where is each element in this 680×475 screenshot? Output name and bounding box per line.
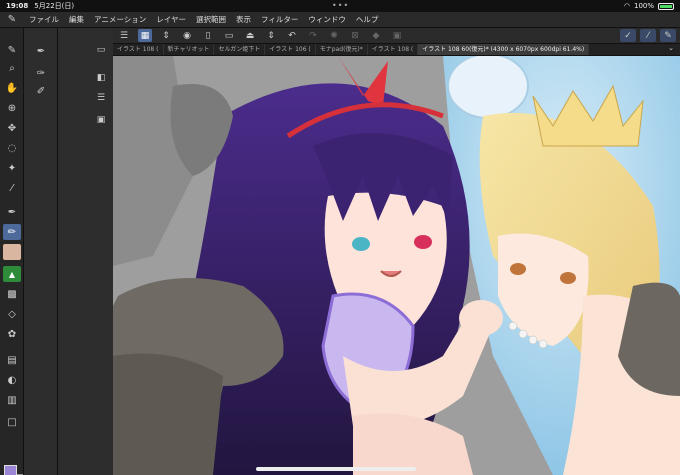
sub-tool-palette: ✒ ✑ ✐ bbox=[24, 28, 58, 475]
clear-icon[interactable]: ⊠ bbox=[348, 29, 362, 42]
sub-tool-side: ▭ ◧ ☰ ▣ bbox=[58, 28, 113, 475]
zoom-icon[interactable]: ⌕ bbox=[3, 60, 21, 76]
battery-icon bbox=[658, 2, 674, 10]
drawing-canvas[interactable] bbox=[113, 56, 680, 475]
tool-palette: ✎ ⌕ ✋ ⊕ ✥ ◌ ✦ ⁄ ✒ ✏ ▲ ▩ ◇ ✿ ▤ ◐ ▥ □ bbox=[0, 28, 24, 475]
menu-help[interactable]: ヘルプ bbox=[351, 14, 384, 25]
save-icon[interactable]: ⏏ bbox=[243, 29, 257, 42]
home-indicator[interactable] bbox=[256, 467, 416, 471]
transform-icon[interactable]: ⇕ bbox=[159, 29, 173, 42]
eyedropper-icon[interactable]: ⊕ bbox=[3, 100, 21, 116]
select-icon[interactable]: ▦ bbox=[138, 29, 152, 42]
hand-icon[interactable]: ✋ bbox=[3, 80, 21, 96]
frame-icon[interactable]: □ bbox=[3, 414, 21, 430]
fill-bucket-icon[interactable]: ◐ bbox=[3, 372, 21, 388]
menu-view[interactable]: 表示 bbox=[231, 14, 256, 25]
menu-selection[interactable]: 選択範囲 bbox=[191, 14, 231, 25]
multitasking-dots-icon[interactable]: ••• bbox=[332, 1, 349, 10]
fill-icon[interactable]: ◆ bbox=[369, 29, 383, 42]
lasso-icon[interactable]: ◌ bbox=[3, 140, 21, 156]
figure-icon[interactable]: ▤ bbox=[3, 352, 21, 368]
tab-doc-3[interactable]: セルガン姫下ト bbox=[214, 44, 266, 55]
pen-icon[interactable]: ✒ bbox=[3, 204, 21, 220]
menu-animation[interactable]: アニメーション bbox=[89, 14, 151, 25]
view-icon[interactable]: ◉ bbox=[180, 29, 194, 42]
arrows-icon[interactable]: ⇕ bbox=[264, 29, 278, 42]
redo-icon[interactable]: ↷ bbox=[306, 29, 320, 42]
battery-percent: 100% bbox=[633, 2, 654, 10]
dropper-icon[interactable]: ⁄ bbox=[3, 180, 21, 196]
layer-settings-icon[interactable]: ▣ bbox=[390, 29, 404, 42]
menu-window[interactable]: ウィンドウ bbox=[303, 14, 351, 25]
app-logo-icon[interactable]: ✎ bbox=[0, 14, 24, 25]
wifi-icon: ◠ bbox=[623, 2, 630, 10]
document-tabs: イラスト 108 ( 新チャリオット セルガン姫下ト イラスト 106 ( モナ… bbox=[113, 44, 680, 56]
undo-icon[interactable]: ↶ bbox=[285, 29, 299, 42]
subtool-pen-icon[interactable]: ✒ bbox=[33, 44, 49, 58]
move-icon[interactable]: ✥ bbox=[3, 120, 21, 136]
status-time: 19:08 bbox=[6, 2, 29, 10]
stabilizer-group: ✓ ⁄ ✎ bbox=[620, 29, 676, 42]
tab-doc-6[interactable]: イラスト 108 ( bbox=[368, 44, 419, 55]
loading-icon[interactable]: ✺ bbox=[327, 29, 341, 42]
status-right: ◠ 100% bbox=[624, 0, 674, 12]
tab-doc-5[interactable]: モナpad(復元)* bbox=[316, 44, 368, 55]
stabilizer-mid-icon[interactable]: ⁄ bbox=[640, 29, 656, 42]
new-file-icon[interactable]: ▯ bbox=[201, 29, 215, 42]
add-subtool-icon[interactable]: ◧ bbox=[94, 72, 108, 84]
tab-doc-4[interactable]: イラスト 106 ( bbox=[265, 44, 316, 55]
menu-filter[interactable]: フィルター bbox=[256, 14, 303, 25]
status-bar: 19:08 5月22日(日) ••• ◠ 100% bbox=[0, 0, 680, 12]
brush-size-icon[interactable]: ✎ bbox=[3, 42, 21, 58]
stabilizer-low-icon[interactable]: ✓ bbox=[620, 29, 636, 42]
pencil-icon[interactable]: ✏ bbox=[3, 224, 21, 240]
menu-layer[interactable]: レイヤー bbox=[151, 14, 191, 25]
stabilizer-high-icon[interactable]: ✎ bbox=[660, 29, 676, 42]
decoration-icon[interactable]: ▩ bbox=[3, 286, 21, 302]
magic-wand-icon[interactable]: ✦ bbox=[3, 160, 21, 176]
tab-doc-1[interactable]: イラスト 108 ( bbox=[113, 44, 164, 55]
tab-doc-2[interactable]: 新チャリオット bbox=[164, 44, 215, 55]
airbrush-icon[interactable]: ▲ bbox=[3, 266, 21, 282]
blend-icon[interactable]: ✿ bbox=[3, 326, 21, 342]
menu-file[interactable]: ファイル bbox=[24, 14, 64, 25]
open-folder-icon[interactable]: ▭ bbox=[222, 29, 236, 42]
gradient-icon[interactable]: ▥ bbox=[3, 392, 21, 408]
command-bar: ☰ ▦ ⇕ ◉ ▯ ▭ ⏏ ⇕ ↶ ↷ ✺ ⊠ ◆ ▣ ✓ ⁄ ✎ bbox=[113, 28, 680, 44]
subtool-marker-icon[interactable]: ✑ bbox=[33, 66, 49, 80]
menu-icon[interactable]: ☰ bbox=[117, 29, 131, 42]
artwork bbox=[113, 56, 680, 475]
main-color-swatch[interactable] bbox=[4, 465, 17, 475]
menu-edit[interactable]: 編集 bbox=[64, 14, 89, 25]
eraser-icon[interactable]: ◇ bbox=[3, 306, 21, 322]
menu-bar: ✎ ファイル 編集 アニメーション レイヤー 選択範囲 表示 フィルター ウィン… bbox=[0, 12, 680, 28]
status-date: 5月22日(日) bbox=[34, 2, 75, 10]
folder-icon[interactable]: ▭ bbox=[94, 44, 108, 56]
brush-swatch-icon[interactable] bbox=[3, 244, 21, 260]
settings-panel-icon[interactable]: ▣ bbox=[94, 114, 108, 126]
subtool-ink-icon[interactable]: ✐ bbox=[33, 84, 49, 98]
chevron-down-icon[interactable]: ⌄ bbox=[668, 44, 674, 52]
tab-doc-active[interactable]: イラスト 108 60(復元)* (4300 x 6070px 600dpi 6… bbox=[418, 44, 590, 55]
list-icon[interactable]: ☰ bbox=[94, 92, 108, 104]
